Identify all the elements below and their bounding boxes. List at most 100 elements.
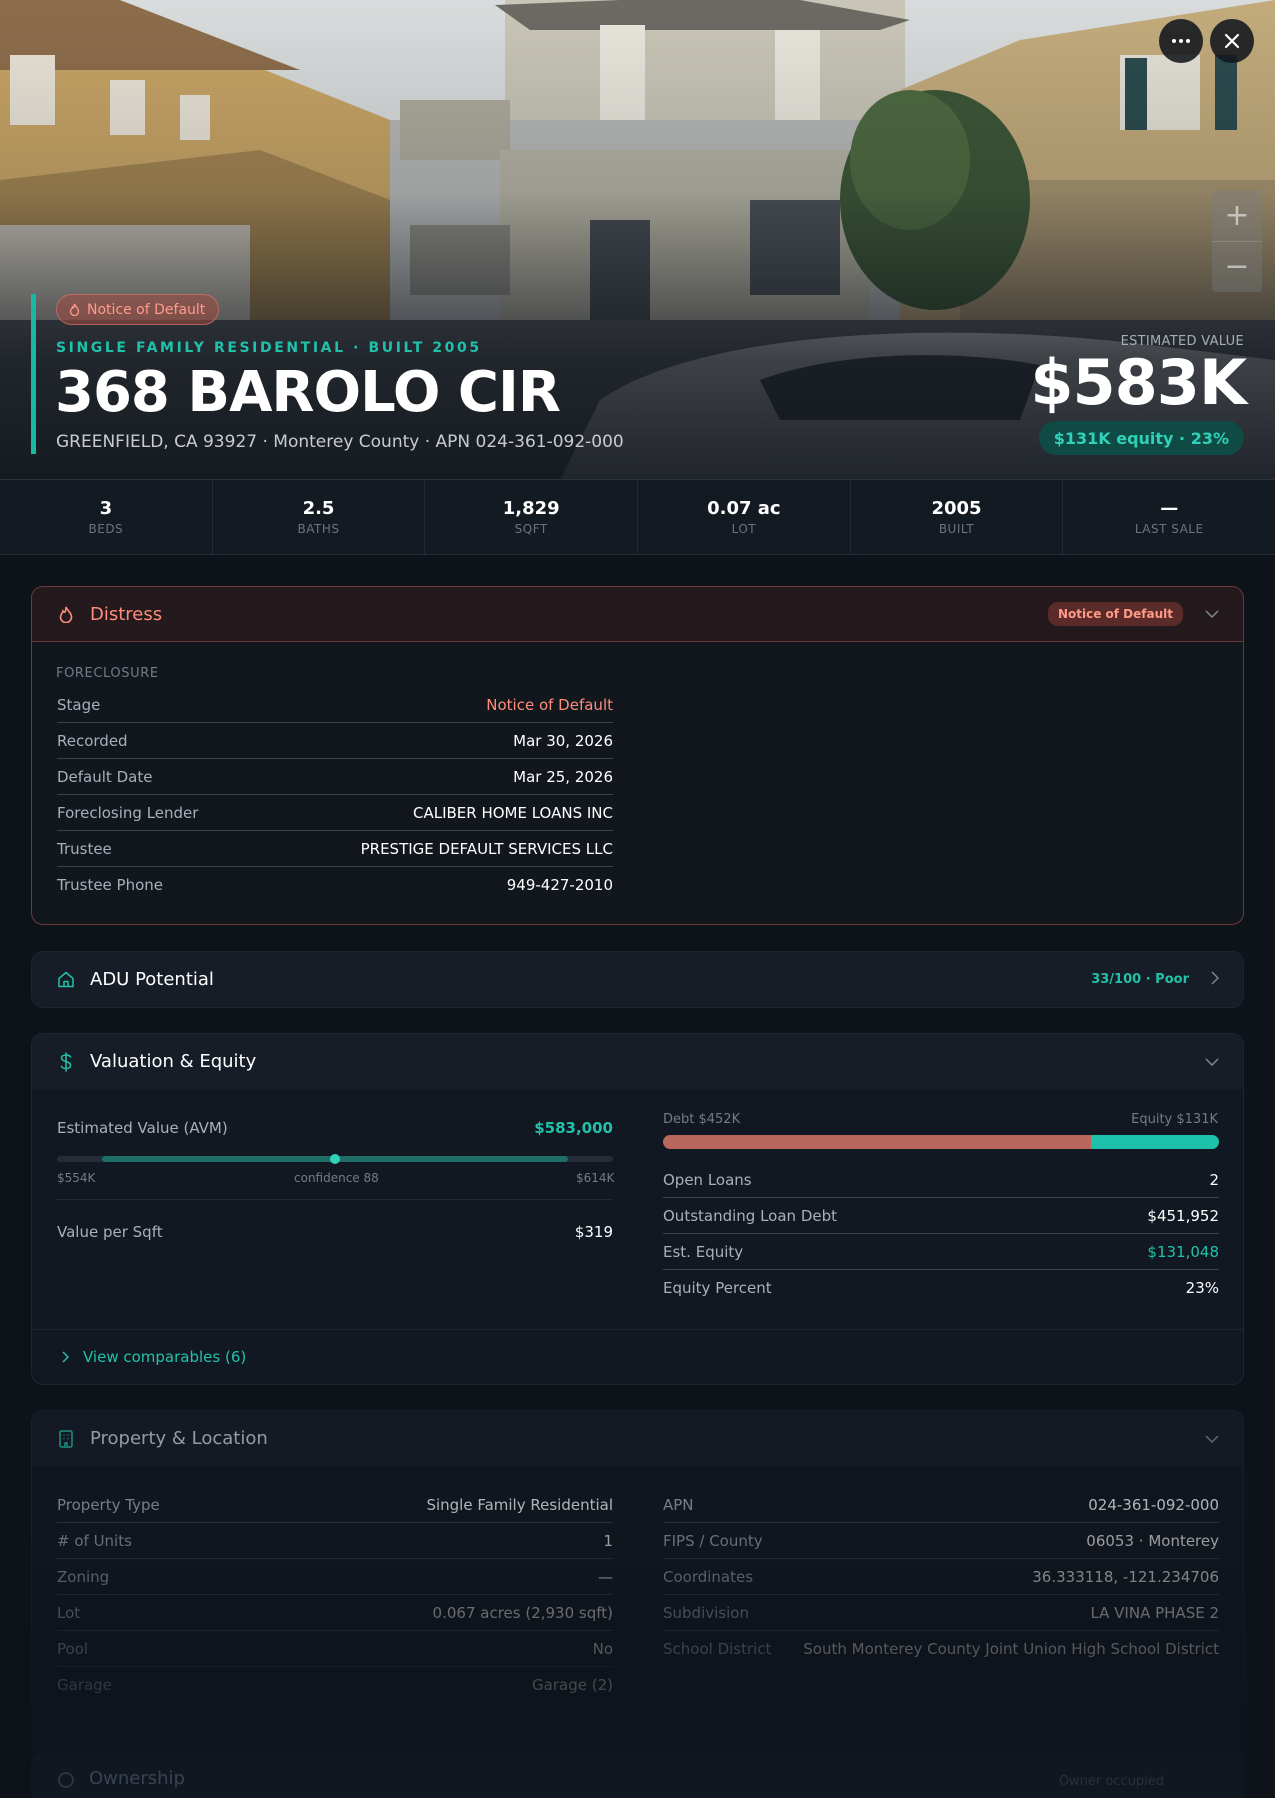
ownership-status: Owner occupied: [1058, 1774, 1164, 1789]
stat-label: LAST SALE: [1134, 522, 1204, 536]
detail-row: Garage Garage (2): [57, 1667, 613, 1703]
detail-value: 06053 · Monterey: [1086, 1531, 1219, 1550]
detail-key: Lot: [57, 1603, 81, 1622]
hero-accent-bar: [31, 294, 36, 454]
detail-value: No: [592, 1639, 613, 1658]
property-subtitle: SINGLE FAMILY RESIDENTIAL · BUILT 2005: [56, 340, 482, 356]
detail-value: $451,952: [1147, 1206, 1219, 1225]
detail-value: Mar 30, 2026: [513, 731, 613, 750]
detail-row: Outstanding Loan Debt $451,952: [663, 1198, 1219, 1234]
valuation-header[interactable]: Valuation & Equity: [32, 1034, 1243, 1089]
detail-key: Property Type: [57, 1495, 160, 1514]
equity-label: Equity $131K: [1131, 1112, 1218, 1127]
view-comparables-link[interactable]: View comparables (6): [62, 1348, 246, 1366]
stat-baths: 2.5 BATHS: [213, 480, 426, 554]
property-header[interactable]: Property & Location: [32, 1411, 1243, 1466]
property-location: GREENFIELD, CA 93927 · Monterey County ·…: [56, 432, 624, 452]
detail-row: Trustee Phone 949-427-2010: [57, 867, 613, 903]
ownership-title: Ownership: [89, 1768, 185, 1789]
detail-key: Zoning: [57, 1567, 110, 1586]
valuation-title: Valuation & Equity: [90, 1051, 257, 1072]
stat-value: 0.07 ac: [707, 498, 781, 519]
chevron-down-icon[interactable]: [1205, 1054, 1219, 1070]
stat-lot: 0.07 ac LOT: [638, 480, 851, 554]
detail-row: Property Type Single Family Residential: [57, 1487, 613, 1523]
valuation-equity-card: Valuation & Equity Estimated Value (AVM)…: [31, 1033, 1244, 1385]
estimated-value: $583K: [1030, 346, 1247, 419]
stat-label: SQFT: [514, 522, 548, 536]
stat-value: 1,829: [502, 498, 560, 519]
zoom-out-button[interactable]: −: [1212, 241, 1262, 291]
stat-value: 2005: [931, 498, 982, 519]
stats-bar: 3 BEDS 2.5 BATHS 1,829 SQFT 0.07 ac LOT …: [0, 480, 1275, 555]
avm-row: Estimated Value (AVM) $583,000: [57, 1112, 613, 1144]
detail-row: Foreclosing Lender CALIBER HOME LOANS INC: [57, 795, 613, 831]
distress-title: Distress: [90, 603, 163, 625]
adu-header[interactable]: ADU Potential 33/100 · Poor: [32, 952, 1243, 1007]
distress-header[interactable]: Distress Notice of Default: [32, 587, 1243, 642]
distress-card: Distress Notice of Default FORECLOSURE S…: [31, 586, 1244, 925]
detail-value: Notice of Default: [486, 695, 613, 714]
detail-value: 024-361-092-000: [1088, 1495, 1219, 1514]
detail-row: Equity Percent 23%: [663, 1270, 1219, 1306]
per-sqft-label: Value per Sqft: [57, 1223, 163, 1241]
debt-label: Debt $452K: [663, 1112, 741, 1127]
chevron-right-icon: [62, 1351, 69, 1363]
detail-value: —: [598, 1567, 613, 1586]
detail-key: Outstanding Loan Debt: [663, 1206, 837, 1225]
detail-key: Default Date: [57, 767, 153, 786]
more-options-button[interactable]: [1159, 19, 1203, 63]
detail-row: Trustee PRESTIGE DEFAULT SERVICES LLC: [57, 831, 613, 867]
detail-key: Coordinates: [663, 1567, 754, 1586]
building-icon: [56, 1429, 76, 1449]
foreclosure-section-label: FORECLOSURE: [56, 666, 159, 681]
detail-key: Trustee Phone: [57, 876, 164, 894]
detail-key: FIPS / County: [663, 1531, 763, 1550]
stat-label: BEDS: [88, 522, 124, 536]
flame-icon: [69, 303, 80, 316]
detail-row: Lot 0.067 acres (2,930 sqft): [57, 1595, 613, 1631]
equity-segment: [1091, 1135, 1219, 1149]
property-title: Property & Location: [90, 1428, 268, 1449]
ownership-card[interactable]: Ownership Owner occupied: [31, 1752, 1244, 1798]
stat-label: LOT: [731, 522, 757, 536]
detail-key: Equity Percent: [663, 1279, 772, 1297]
stat-last-sale: — LAST SALE: [1063, 480, 1275, 554]
distress-badge: Notice of Default: [56, 294, 220, 325]
map-zoom-controls: + −: [1212, 190, 1262, 292]
distress-badge-label: Notice of Default: [87, 301, 206, 318]
detail-value: LA VINA PHASE 2: [1090, 1603, 1219, 1622]
stat-value: —: [1160, 498, 1179, 519]
detail-key: Pool: [57, 1639, 89, 1658]
adu-title: ADU Potential: [90, 969, 214, 990]
chevron-down-icon[interactable]: [1205, 1431, 1219, 1447]
property-details-left: Property Type Single Family Residential #…: [57, 1487, 613, 1703]
per-sqft-row: Value per Sqft $319: [57, 1214, 613, 1250]
detail-row: Recorded Mar 30, 2026: [57, 723, 613, 759]
chevron-right-icon[interactable]: [1211, 970, 1220, 989]
detail-key: Stage: [57, 695, 101, 714]
zoom-in-button[interactable]: +: [1212, 190, 1262, 240]
detail-row: Pool No: [57, 1631, 613, 1667]
detail-key: Foreclosing Lender: [57, 803, 199, 822]
adu-potential-card[interactable]: ADU Potential 33/100 · Poor: [31, 951, 1244, 1008]
detail-value: Mar 25, 2026: [513, 767, 613, 786]
detail-key: School District: [663, 1640, 772, 1658]
stat-beds: 3 BEDS: [0, 480, 213, 554]
user-icon: [58, 1772, 74, 1788]
close-button[interactable]: [1210, 19, 1254, 63]
detail-row: Open Loans 2: [663, 1162, 1219, 1198]
stat-value: 2.5: [302, 498, 335, 519]
detail-row: School District South Monterey County Joi…: [663, 1631, 1219, 1667]
detail-row: Default Date Mar 25, 2026: [57, 759, 613, 795]
more-horizontal-icon: [1172, 39, 1190, 43]
detail-value: 1: [603, 1531, 613, 1550]
per-sqft-block: Value per Sqft $319: [57, 1214, 613, 1250]
property-details-right: APN 024-361-092-000 FIPS / County 06053 · …: [663, 1487, 1219, 1667]
dollar-icon: [56, 1051, 76, 1072]
stat-label: BATHS: [297, 522, 340, 536]
detail-row: APN 024-361-092-000: [663, 1487, 1219, 1523]
detail-value: $131,048: [1147, 1242, 1219, 1261]
chevron-down-icon[interactable]: [1205, 606, 1219, 622]
detail-row: FIPS / County 06053 · Monterey: [663, 1523, 1219, 1559]
